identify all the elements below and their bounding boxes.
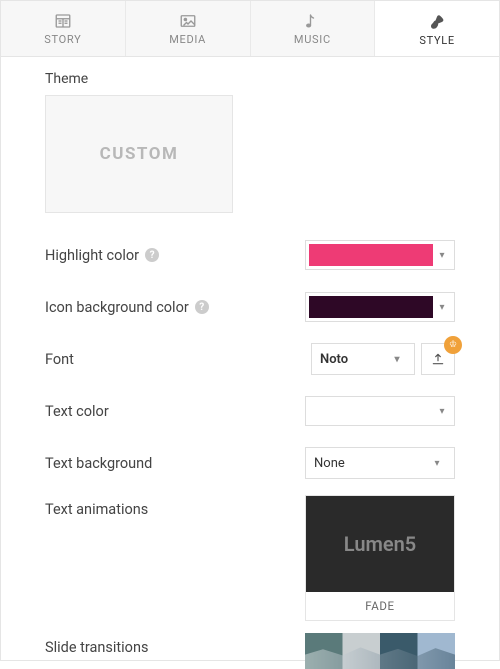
font-label: Font: [45, 351, 74, 368]
tab-story[interactable]: STORY: [1, 1, 126, 56]
tab-label: MEDIA: [169, 33, 206, 46]
tab-label: MUSIC: [294, 33, 331, 46]
font-select[interactable]: Noto ▾: [311, 343, 415, 375]
text-color-picker[interactable]: ▾: [305, 396, 455, 426]
upload-font-button[interactable]: ♔: [421, 343, 455, 375]
music-icon: [303, 12, 321, 30]
style-icon: [428, 13, 446, 31]
color-swatch: [309, 296, 433, 318]
help-icon[interactable]: ?: [145, 248, 159, 262]
help-icon[interactable]: ?: [195, 300, 209, 314]
font-value: Noto: [320, 352, 388, 367]
highlight-color-label: Highlight color ?: [45, 247, 159, 264]
upload-icon: [431, 352, 445, 366]
highlight-color-picker[interactable]: ▾: [305, 240, 455, 270]
tab-label: STORY: [44, 33, 81, 46]
main-tabs: STORY MEDIA MUSIC STYLE: [1, 1, 499, 57]
theme-name: CUSTOM: [100, 144, 179, 164]
chevron-down-icon: ▾: [433, 406, 451, 417]
text-bg-value: None: [314, 456, 428, 471]
animation-name: FADE: [306, 592, 454, 620]
text-animations-label: Text animations: [45, 495, 148, 518]
chevron-down-icon: ▾: [433, 250, 451, 261]
icon-bg-color-label: Icon background color ?: [45, 299, 209, 316]
color-swatch: [309, 244, 433, 266]
premium-badge: ♔: [444, 336, 462, 354]
text-background-select[interactable]: None ▾: [305, 447, 455, 479]
tab-music[interactable]: MUSIC: [251, 1, 376, 56]
style-panel: Theme CUSTOM Highlight color ? ▾ Icon ba…: [1, 57, 499, 669]
color-swatch: [309, 400, 433, 422]
theme-card-custom[interactable]: CUSTOM: [45, 95, 233, 213]
animation-preview: Lumen5: [306, 496, 454, 592]
tab-label: STYLE: [419, 34, 454, 47]
tab-style[interactable]: STYLE: [375, 1, 499, 56]
chevron-down-icon: ▾: [428, 458, 446, 469]
media-icon: [179, 12, 197, 30]
story-icon: [54, 12, 72, 30]
tab-media[interactable]: MEDIA: [126, 1, 251, 56]
chevron-down-icon: ▾: [433, 302, 451, 313]
slide-transitions-label: Slide transitions: [45, 633, 148, 656]
slide-transition-card[interactable]: [305, 633, 455, 669]
text-background-label: Text background: [45, 455, 152, 472]
theme-label: Theme: [45, 71, 455, 87]
text-animation-card[interactable]: Lumen5 FADE: [305, 495, 455, 621]
chevron-down-icon: ▾: [388, 354, 406, 365]
icon-bg-color-picker[interactable]: ▾: [305, 292, 455, 322]
text-color-label: Text color: [45, 403, 109, 420]
